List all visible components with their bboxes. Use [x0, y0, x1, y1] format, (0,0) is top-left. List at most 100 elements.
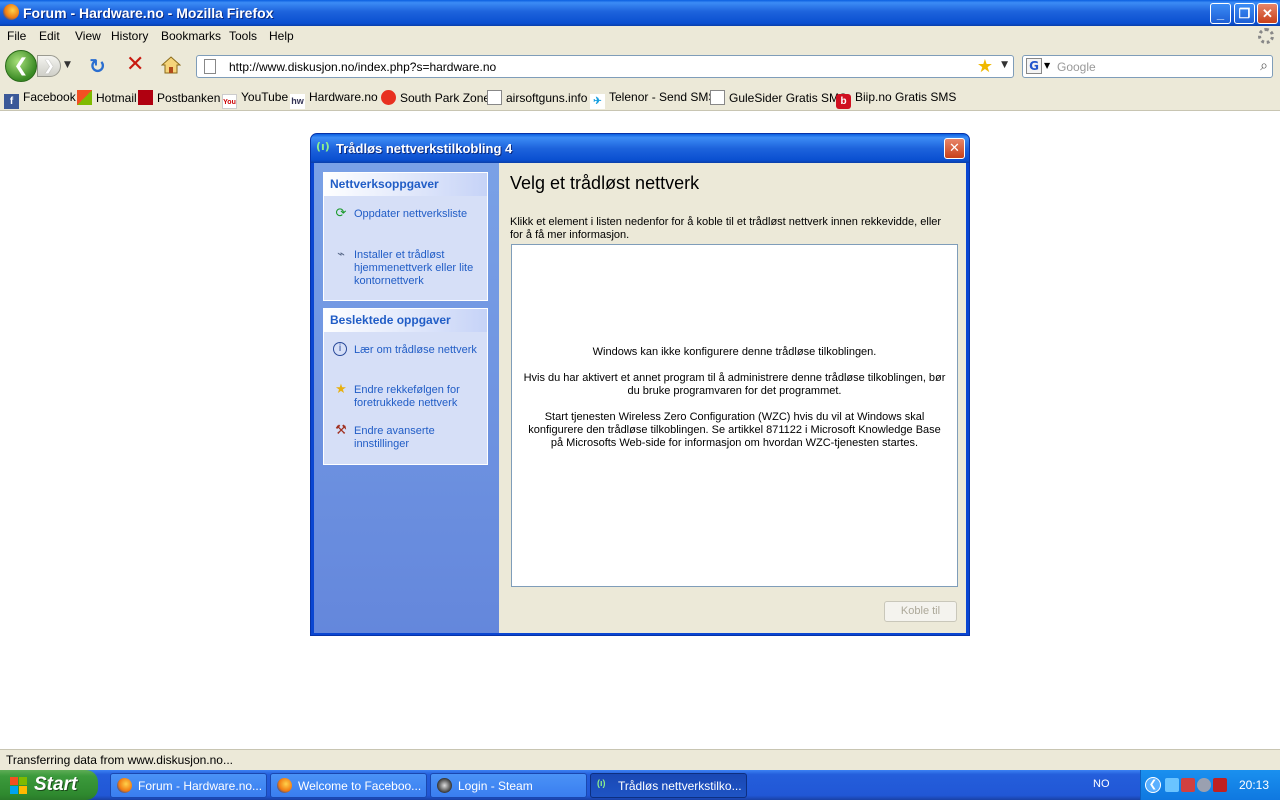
wireless-tray-icon[interactable] — [1165, 778, 1179, 792]
taskbar-item-forum[interactable]: Forum - Hardware.no... — [110, 773, 267, 798]
menu-help[interactable]: Help — [269, 29, 294, 43]
bookmark-airsoftguns[interactable]: airsoftguns.info — [487, 90, 587, 107]
firefox-icon — [3, 4, 19, 20]
clock[interactable]: 20:13 — [1239, 778, 1269, 792]
southpark-icon — [381, 90, 396, 105]
bookmark-gulesider[interactable]: GuleSider Gratis SMS — [710, 90, 847, 107]
dialog-close-button[interactable]: ✕ — [944, 138, 965, 159]
volume-tray-icon[interactable] — [1197, 778, 1211, 792]
menu-history[interactable]: History — [111, 29, 148, 43]
bookmark-biip[interactable]: b Biip.no Gratis SMS — [836, 90, 956, 109]
facebook-icon: f — [4, 94, 19, 109]
network-tasks-header: Nettverksoppgaver — [324, 173, 487, 196]
bookmark-hardware[interactable]: hw Hardware.no — [290, 90, 378, 109]
google-engine-icon[interactable]: G — [1026, 58, 1042, 74]
menu-file[interactable]: File — [7, 29, 26, 43]
youtube-icon: You — [222, 94, 237, 109]
search-box[interactable]: G ▼ Google ⌕ — [1022, 55, 1273, 78]
search-icon[interactable]: ⌕ — [1260, 58, 1268, 74]
telenor-icon: ✈ — [590, 94, 605, 109]
bookmark-telenor[interactable]: ✈ Telenor - Send SMS — [590, 90, 716, 109]
wireless-setup-icon: ⌁ — [337, 247, 345, 262]
start-label: Start — [34, 774, 78, 795]
start-button[interactable]: Start — [0, 770, 98, 800]
taskbar-item-facebook[interactable]: Welcome to Faceboo... — [270, 773, 427, 798]
pane-heading: Velg et trådløst nettverk — [510, 173, 700, 193]
star-icon: ★ — [335, 382, 347, 397]
forward-button[interactable]: ❯ — [37, 55, 61, 77]
search-placeholder[interactable]: Google — [1057, 60, 1096, 74]
menu-edit[interactable]: Edit — [39, 29, 60, 43]
wireless-dialog: (ı) Trådløs nettverkstilkobling 4 ✕ Nett… — [310, 133, 970, 636]
task-change-order[interactable]: Endre rekkefølgen for foretrukkede nettv… — [354, 384, 484, 410]
dialog-title: Trådløs nettverkstilkobling 4 — [336, 141, 513, 156]
show-hidden-icons-chevron-icon[interactable]: ❮ — [1145, 777, 1161, 793]
bookmark-postbanken[interactable]: Postbanken — [138, 90, 220, 107]
stop-icon[interactable]: ✕ — [126, 54, 144, 76]
task-pane: Nettverksoppgaver ⟳ Oppdater nettverksli… — [314, 163, 499, 633]
page-icon — [710, 90, 725, 105]
status-bar: Transferring data from www.diskusjon.no.… — [0, 749, 1280, 770]
window-titlebar: Forum - Hardware.no - Mozilla Firefox _ … — [0, 0, 1280, 26]
task-refresh-list[interactable]: Oppdater nettverksliste — [354, 208, 484, 221]
menu-bar: File Edit View History Bookmarks Tools H… — [0, 26, 1280, 46]
task-learn-wireless[interactable]: Lær om trådløse nettverk — [354, 344, 484, 357]
task-advanced-settings[interactable]: Endre avanserte innstillinger — [354, 425, 484, 451]
back-button[interactable]: ❮ — [5, 50, 37, 82]
language-indicator[interactable]: NO — [1093, 778, 1110, 790]
network-list[interactable]: Windows kan ikke konfigurere denne trådl… — [511, 244, 958, 587]
dialog-titlebar: (ı) Trådløs nettverkstilkobling 4 ✕ — [311, 134, 969, 163]
menu-bookmarks[interactable]: Bookmarks — [161, 29, 221, 43]
wireless-antenna-icon: (ı) — [316, 140, 330, 153]
security-tray-icon[interactable] — [1213, 778, 1227, 792]
url-dropdown-icon[interactable]: ▼ — [1001, 60, 1008, 70]
close-window-button[interactable]: ✕ — [1257, 3, 1278, 24]
wireless-antenna-icon: (ı) — [597, 778, 606, 788]
url-text[interactable]: http://www.diskusjon.no/index.php?s=hard… — [229, 60, 496, 74]
system-tray: ❮ 20:13 — [1140, 770, 1280, 800]
navigation-toolbar: ❮ ❯ ▼ ↻ ✕ http://www.diskusjon.no/index.… — [0, 46, 1280, 86]
dialog-body: Nettverksoppgaver ⟳ Oppdater nettverksli… — [314, 163, 966, 633]
biip-icon: b — [836, 94, 851, 109]
network-tasks-panel: Nettverksoppgaver ⟳ Oppdater nettverksli… — [323, 172, 488, 301]
taskbar-item-wireless[interactable]: (ı) Trådløs nettverkstilko... — [590, 773, 747, 798]
reload-icon[interactable]: ↻ — [89, 56, 106, 76]
taskbar-item-steam[interactable]: Login - Steam — [430, 773, 587, 798]
restore-button[interactable]: ❐ — [1234, 3, 1255, 24]
menu-tools[interactable]: Tools — [229, 29, 257, 43]
minimize-button[interactable]: _ — [1210, 3, 1231, 24]
network-tray-icon[interactable] — [1181, 778, 1195, 792]
home-icon[interactable] — [161, 56, 181, 74]
related-tasks-panel: Beslektede oppgaver i Lær om trådløse ne… — [323, 308, 488, 465]
bookmark-southpark[interactable]: South Park Zone — [381, 90, 490, 107]
bookmark-star-icon[interactable]: ★ — [977, 56, 993, 77]
bookmarks-toolbar: f Facebook Hotmail Postbanken You YouTube … — [0, 86, 1280, 111]
bookmark-hotmail[interactable]: Hotmail — [77, 90, 137, 107]
hardware-icon: hw — [290, 94, 305, 109]
history-dropdown-icon[interactable]: ▼ — [64, 60, 71, 70]
message-cannot-configure: Windows kan ikke konfigurere denne trådl… — [592, 346, 877, 358]
task-setup-network[interactable]: Installer et trådløst hjemmenettverk ell… — [354, 249, 484, 288]
taskbar: Start Forum - Hardware.no... Welcome to … — [0, 770, 1280, 800]
windows-flag-icon — [77, 90, 92, 105]
settings-tools-icon: ⚒ — [335, 423, 347, 438]
message-other-program: Hvis du har aktivert et annet program ti… — [523, 372, 946, 397]
engine-dropdown-icon[interactable]: ▼ — [1044, 61, 1050, 70]
related-tasks-header: Beslektede oppgaver — [324, 309, 487, 332]
bookmark-facebook[interactable]: f Facebook — [4, 90, 76, 109]
postbanken-icon — [138, 90, 153, 105]
steam-icon — [437, 778, 452, 793]
info-icon: i — [333, 342, 347, 356]
firefox-icon — [117, 778, 132, 793]
bookmark-youtube[interactable]: You YouTube — [222, 90, 288, 109]
connect-button[interactable]: Koble til — [884, 601, 957, 622]
refresh-icon: ⟳ — [335, 206, 347, 221]
message-wzc-service: Start tjenesten Wireless Zero Configurat… — [528, 411, 941, 449]
url-bar[interactable]: http://www.diskusjon.no/index.php?s=hard… — [196, 55, 1014, 78]
status-text: Transferring data from www.diskusjon.no.… — [6, 753, 233, 767]
page-icon — [487, 90, 502, 105]
pane-description: Klikk et element i listen nedenfor for å… — [510, 216, 942, 241]
firefox-icon — [277, 778, 292, 793]
windows-logo-icon — [10, 777, 27, 794]
menu-view[interactable]: View — [75, 29, 101, 43]
